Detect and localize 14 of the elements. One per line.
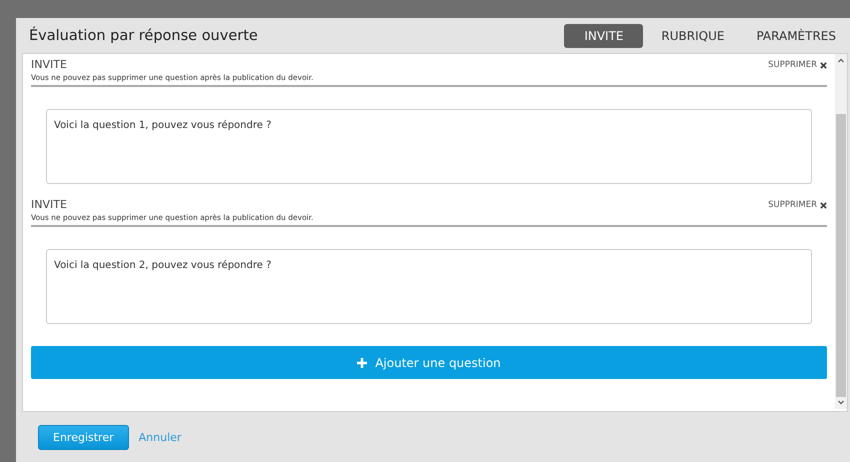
- answer-field[interactable]: Voici la question 2, pouvez vous répondre ?: [46, 249, 812, 324]
- plus-icon: [357, 358, 368, 368]
- close-icon: [820, 202, 827, 208]
- close-icon: [820, 62, 827, 68]
- tab[interactable]: RUBRIQUE: [647, 24, 738, 48]
- answer-field[interactable]: Voici la question 1, pouvez vous répondre ?: [46, 109, 812, 184]
- section-title: INVITE: [31, 198, 68, 211]
- tab[interactable]: INVITE: [564, 24, 644, 48]
- section-title: INVITE: [31, 58, 68, 71]
- delete-button[interactable]: SUPPRIMER: [768, 200, 827, 210]
- dialog-title: Évaluation par réponse ouverte: [29, 28, 259, 44]
- scrollbar[interactable]: [835, 54, 847, 409]
- delete-button[interactable]: SUPPRIMER: [768, 60, 827, 70]
- tab[interactable]: PARAMÈTRES: [742, 24, 850, 48]
